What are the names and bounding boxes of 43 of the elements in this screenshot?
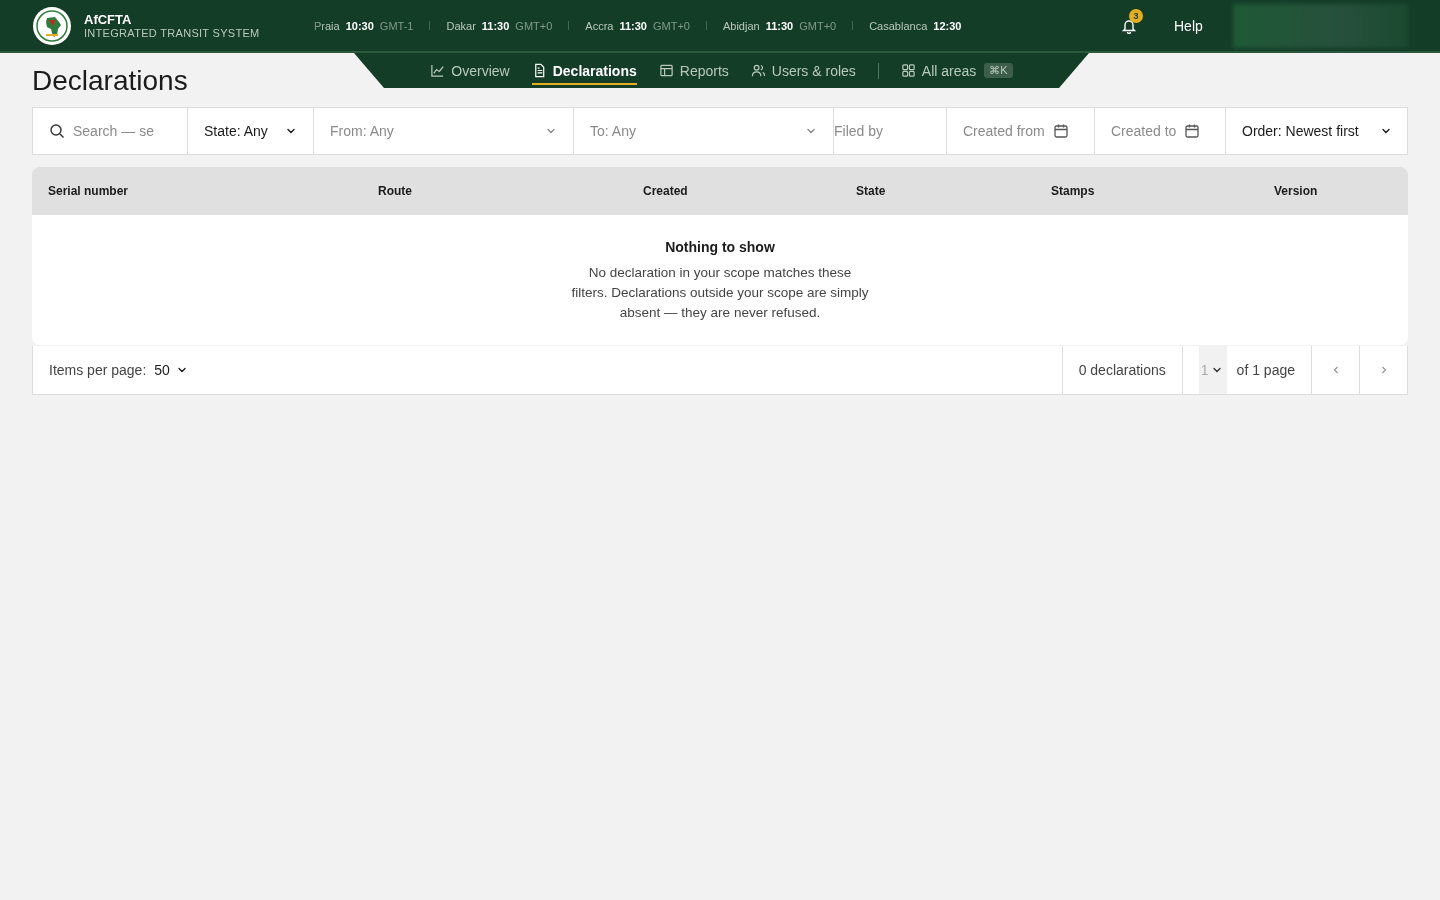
nav-tab[interactable]: Declarations	[531, 56, 637, 85]
clock-zone: GMT-1	[379, 19, 414, 32]
brand-subtitle: INTEGRATED TRANSIT SYSTEM	[84, 27, 261, 39]
clock-time: 11:30	[481, 19, 510, 32]
users-icon	[750, 63, 766, 78]
logo-icon	[32, 5, 72, 46]
empty-title: Nothing to show	[665, 239, 775, 255]
column-header: Route	[377, 184, 413, 198]
column-header: State	[855, 184, 887, 198]
table-icon	[658, 63, 674, 78]
clock-city: Praia	[314, 19, 340, 32]
bell-icon[interactable]	[1121, 17, 1137, 34]
clock-zone: GMT+0	[652, 19, 690, 32]
nav-tab[interactable]: Reports	[658, 56, 729, 85]
clock-time: 11:30	[619, 19, 647, 32]
page-title: Declarations	[32, 65, 189, 97]
brand-name: AfCFTA	[84, 12, 133, 27]
grid-icon	[900, 63, 916, 78]
shortcut-hint: ⌘K	[984, 63, 1013, 78]
page-count: of 1 page	[1236, 362, 1295, 378]
column-header: Created	[642, 184, 689, 198]
clock-time: 11:30	[765, 19, 794, 32]
clock-city: Dakar	[446, 19, 476, 32]
clock-time: 10:30	[345, 19, 374, 32]
empty-message: No declaration in your scope matches these filters. Declarations outside your scope are simply absent — they are never refused.	[570, 264, 870, 322]
nav-tab[interactable]: Overview	[430, 56, 510, 85]
help-link[interactable]: Help	[1174, 17, 1203, 34]
column-header: Stamps	[1050, 184, 1096, 198]
clock-time: 12:30	[933, 19, 962, 32]
column-header: Version	[1273, 184, 1319, 198]
items-per-page-label: Items per page:	[49, 362, 147, 378]
notification-badge: 3	[1129, 8, 1143, 23]
clock-city: Accra	[585, 19, 614, 32]
nav-tab[interactable]: Users & roles	[750, 56, 856, 85]
clock-zone: GMT+0	[515, 19, 553, 32]
clock-zone: GMT+0	[799, 19, 837, 32]
line-chart-icon	[430, 63, 446, 78]
clock-city: Abidjan	[722, 19, 760, 32]
clock-city: Casablanca	[869, 19, 928, 32]
items-per-page-select[interactable]: 50	[154, 362, 188, 378]
nav-tab[interactable]: All areas ⌘K	[900, 56, 1013, 85]
total-count: 0 declarations	[1078, 362, 1166, 378]
column-header: Serial number	[47, 184, 130, 198]
